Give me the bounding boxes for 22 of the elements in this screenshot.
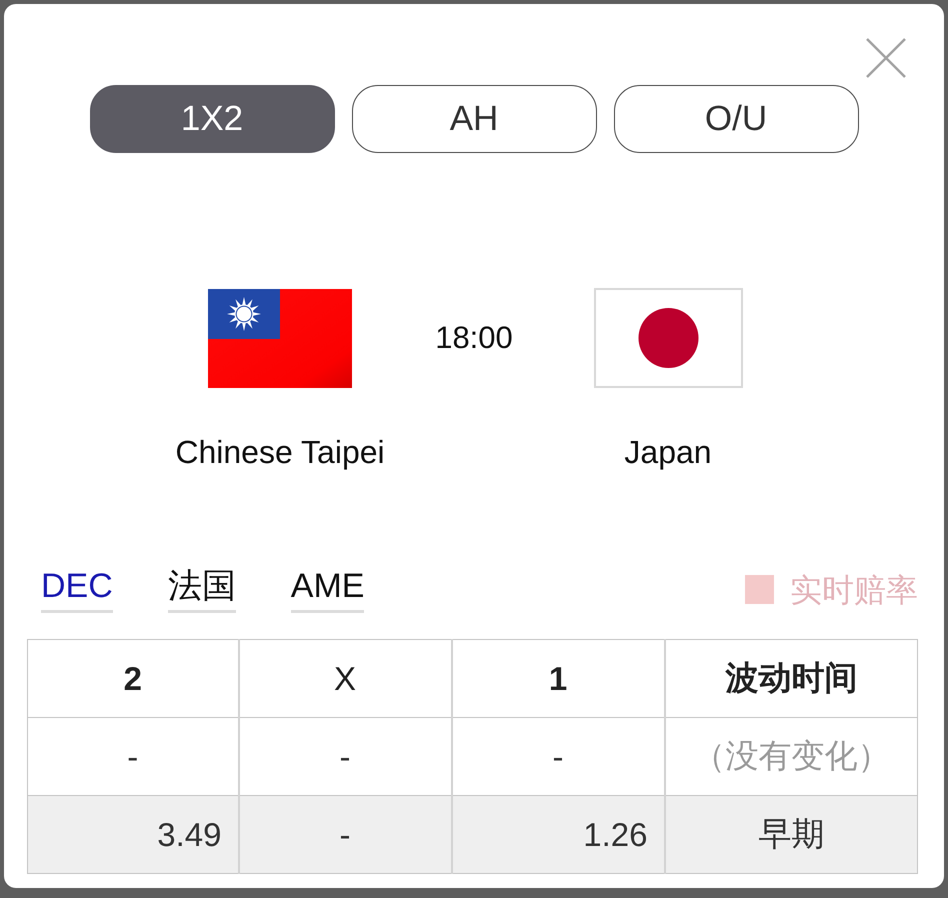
team-name: Japan bbox=[624, 433, 712, 471]
team-name: Chinese Taipei bbox=[175, 433, 385, 471]
flag-icon bbox=[594, 288, 742, 388]
column-header: 1 bbox=[452, 640, 664, 718]
market-tab[interactable]: AH bbox=[352, 85, 596, 153]
table-cell: 3.49 bbox=[28, 796, 238, 874]
close-icon[interactable] bbox=[866, 38, 906, 78]
table-cell: 1.26 bbox=[452, 796, 664, 874]
market-tab[interactable]: 1X2 bbox=[90, 85, 334, 153]
column-header: 波动时间 bbox=[664, 640, 918, 718]
legend-label: 实时赔率 bbox=[790, 570, 918, 610]
table-cell: 早期 bbox=[664, 796, 918, 874]
column-header: 2 bbox=[28, 640, 238, 718]
flag-icon bbox=[208, 288, 352, 388]
odds-format-tab[interactable]: DEC bbox=[41, 566, 113, 613]
table-cell: - bbox=[238, 796, 452, 874]
legend-swatch-icon bbox=[745, 575, 774, 604]
match-time: 18:00 bbox=[434, 319, 514, 357]
market-tab[interactable]: O/U bbox=[614, 85, 858, 153]
odds-format-tab[interactable]: 法国 bbox=[168, 566, 236, 613]
column-header: X bbox=[238, 640, 452, 718]
odds-format-tab[interactable]: AME bbox=[290, 566, 364, 613]
